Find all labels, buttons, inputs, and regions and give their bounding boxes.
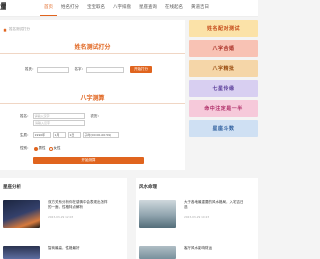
surname-label: 姓氏： — [25, 67, 36, 71]
article-thumbnail[interactable] — [3, 200, 40, 228]
banner-zodiac-fate[interactable]: 星座斗数 — [189, 120, 258, 137]
breadcrumb-label[interactable]: 姓名测试打分 — [9, 27, 30, 32]
bazi-name-label: 姓名： — [20, 113, 31, 118]
given-name-input[interactable] — [86, 66, 124, 73]
divider — [0, 103, 185, 104]
bazi-extra-row: 请输入汉字 — [33, 120, 85, 126]
year-select[interactable]: 1990年 — [32, 132, 51, 138]
divider — [0, 53, 185, 54]
female-label: 女性 — [53, 146, 61, 150]
nav-item-auspicious-day[interactable]: 黄道吉日 — [187, 0, 213, 16]
name-test-form: 姓氏： 名字： 开始打分 — [25, 66, 152, 73]
name-test-title: 姓名测试打分 — [74, 44, 111, 51]
article-text: 客厅风水影响财运 — [184, 246, 244, 259]
main-nav: 首页 姓名打分 宝宝取名 八字排盘 星座查询 在线起名 黄道吉日 — [40, 0, 213, 16]
female-radio[interactable] — [48, 146, 53, 151]
gender-row: 性别： 男性 女性 — [20, 146, 61, 151]
bazi-name-input[interactable]: 请输入汉字 — [32, 113, 85, 119]
zodiac-analysis-section: 星座分析 双方关系分析你在感情中会表现出怎样的一面，性格特点解析 2023-03… — [0, 178, 127, 259]
home-icon — [3, 27, 7, 32]
banner-destiny[interactable]: 命中注定是一半 — [189, 100, 258, 117]
article-title[interactable]: 双方关系分析你在感情中会表现出怎样的一面，性格特点解析 — [48, 200, 108, 210]
male-label: 男性 — [38, 146, 46, 150]
banner-bazi-detail[interactable]: 八字精批 — [189, 60, 258, 77]
nav-item-bazi[interactable]: 八字排盘 — [109, 0, 135, 16]
hour-select[interactable]: 子时(00:00-00:59) — [82, 132, 119, 138]
surname-input[interactable] — [36, 66, 69, 73]
article-card[interactable]: 客厅风水影响财运 — [139, 246, 244, 259]
top-navbar: 量 首页 姓名打分 宝宝取名 八字排盘 星座查询 在线起名 黄道吉日 — [0, 0, 258, 17]
bazi-birth-row: 生辰： 1990年 1月 1日 子时(00:00-00:59) — [20, 132, 121, 138]
birth-label: 生辰： — [20, 132, 31, 137]
article-title[interactable]: 智商最高，性格最好 — [48, 246, 108, 251]
page-root: 量 首页 姓名打分 宝宝取名 八字排盘 星座查询 在线起名 黄道吉日 姓名测试打… — [0, 0, 258, 259]
article-card[interactable]: 智商最高，性格最好 — [3, 246, 108, 259]
article-thumbnail[interactable] — [3, 246, 40, 259]
article-card[interactable]: 双方关系分析你在感情中会表现出怎样的一面，性格特点解析 2023-03-29 1… — [3, 200, 108, 228]
article-title[interactable]: 大于各地最重要的风水格局，入宅吉日选 — [184, 200, 244, 210]
fengshui-section: 风水命理 大于各地最重要的风水格局，入宅吉日选 2023-03-29 10:23… — [136, 178, 258, 259]
section-title: 风水命理 — [139, 185, 157, 190]
gender-label: 性别： — [20, 146, 31, 150]
article-text: 大于各地最重要的风水格局，入宅吉日选 2023-03-29 10:23 — [184, 200, 244, 228]
article-text: 双方关系分析你在感情中会表现出怎样的一面，性格特点解析 2023-03-29 1… — [48, 200, 108, 228]
banner-name-match[interactable]: 姓名配对测试 — [189, 20, 258, 37]
article-thumbnail[interactable] — [139, 200, 176, 228]
score-submit-button[interactable]: 开始打分 — [130, 66, 152, 73]
nav-item-zodiac[interactable]: 星座查询 — [135, 0, 161, 16]
article-date: 2023-03-29 10:23 — [184, 215, 210, 219]
breadcrumb: 姓名测试打分 — [3, 27, 30, 32]
article-title[interactable]: 客厅风水影响财运 — [184, 246, 244, 251]
main-panel: 姓名测试打分 姓名测试打分 姓氏： 名字： 开始打分 八字测算 姓名： 请输入汉… — [0, 20, 185, 170]
given-name-label: 名字： — [74, 67, 86, 71]
bazi-name-row: 姓名： 请输入汉字 农历： — [20, 113, 101, 119]
nav-item-online-naming[interactable]: 在线起名 — [161, 0, 187, 16]
nav-item-home[interactable]: 首页 — [40, 0, 57, 16]
banner-marriage[interactable]: 八字合婚 — [189, 40, 258, 57]
bazi-extra-label: 农历： — [90, 113, 102, 118]
male-radio[interactable] — [33, 146, 38, 151]
nav-item-name-score[interactable]: 姓名打分 — [57, 0, 83, 16]
site-logo[interactable]: 量 — [0, 1, 6, 12]
article-date: 2023-03-29 12:03 — [48, 215, 74, 219]
month-select[interactable]: 1月 — [52, 132, 66, 138]
article-thumbnail[interactable] — [139, 246, 176, 259]
banner-seven-star[interactable]: 七星伶缘 — [189, 80, 258, 97]
article-card[interactable]: 大于各地最重要的风水格局，入宅吉日选 2023-03-29 10:23 — [139, 200, 244, 228]
section-title: 星座分析 — [3, 185, 21, 190]
article-text: 智商最高，性格最好 — [48, 246, 108, 259]
bazi-title: 八字测算 — [80, 95, 105, 102]
bazi-submit-button[interactable]: 开始测算 — [33, 157, 144, 164]
nav-item-baby-name[interactable]: 宝宝取名 — [83, 0, 109, 16]
bazi-extra-input[interactable]: 请输入汉字 — [33, 120, 85, 126]
banner-list: 姓名配对测试 八字合婚 八字精批 七星伶缘 命中注定是一半 星座斗数 — [189, 20, 258, 140]
day-select[interactable]: 1日 — [67, 132, 81, 138]
